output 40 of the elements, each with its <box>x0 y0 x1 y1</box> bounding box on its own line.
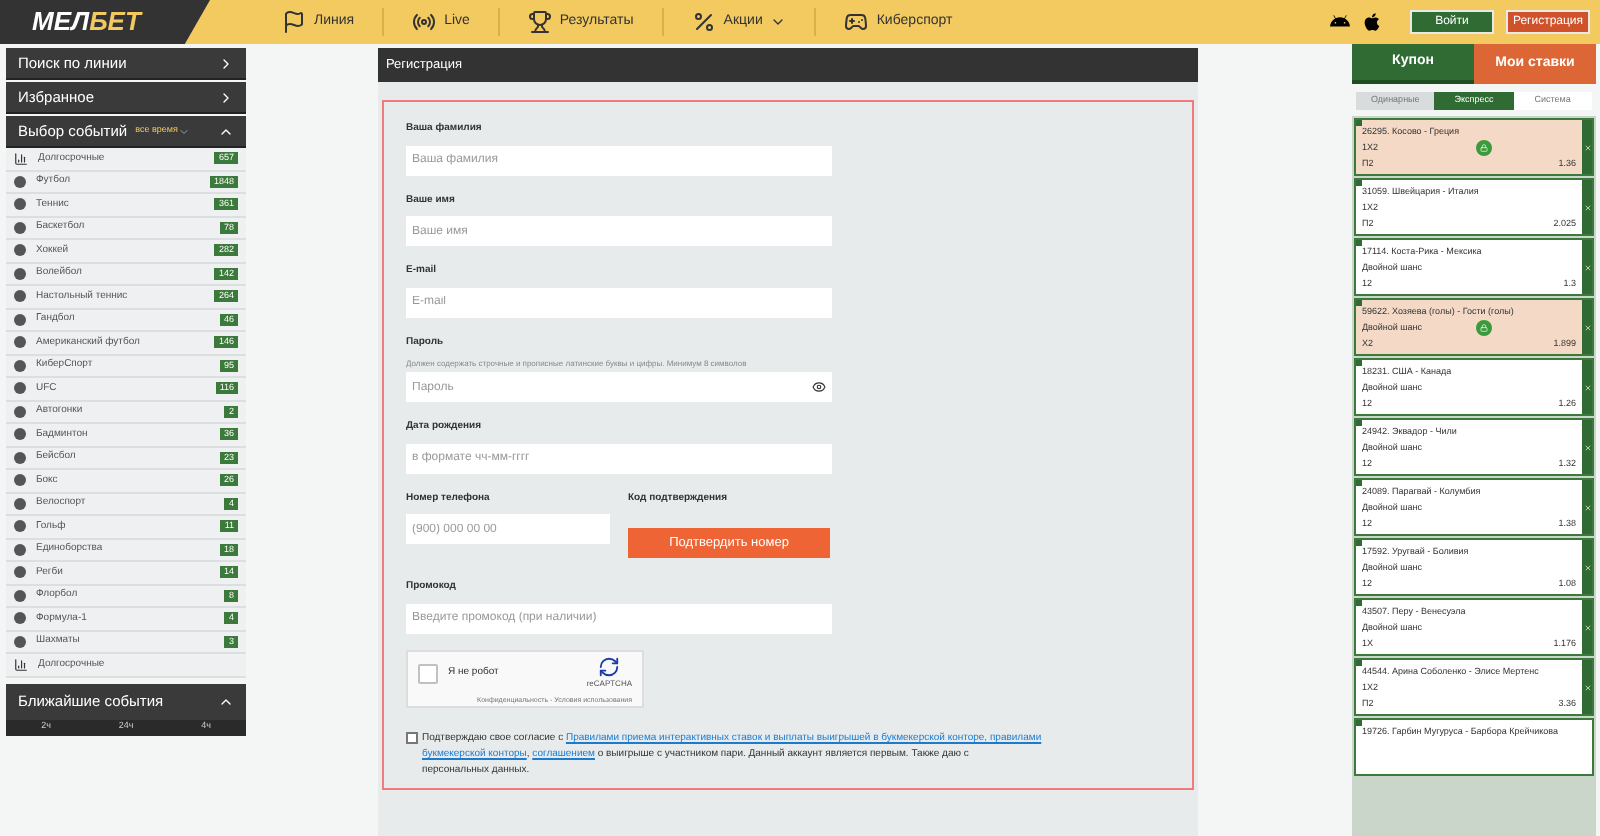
trophy-icon <box>527 10 552 34</box>
bars-icon <box>14 151 28 166</box>
corner-marker <box>1356 180 1362 186</box>
corner-marker <box>1356 480 1362 486</box>
caret-icon[interactable] <box>177 125 190 137</box>
corner-marker <box>1356 420 1362 426</box>
remove-bet-button[interactable] <box>1582 120 1592 174</box>
bars-icon <box>14 657 28 672</box>
remove-bet-button[interactable] <box>1582 480 1592 534</box>
android-icon[interactable] <box>1330 12 1350 32</box>
chevron-right-icon <box>218 55 234 71</box>
corner-marker <box>1356 540 1362 546</box>
remove-bet-button[interactable] <box>1582 180 1592 234</box>
gamepad-icon <box>844 10 869 34</box>
logo[interactable]: МЕЛБЕТ <box>0 0 210 44</box>
captcha-checkbox[interactable] <box>418 663 438 683</box>
lock-icon <box>1480 144 1488 152</box>
corner-marker <box>1356 720 1362 726</box>
remove-bet-button[interactable] <box>1582 600 1592 654</box>
corner-marker <box>1356 120 1362 126</box>
corner-marker <box>1356 360 1362 366</box>
flag-icon <box>282 10 306 34</box>
eye-icon[interactable] <box>812 380 826 394</box>
remove-bet-button[interactable] <box>1582 300 1592 354</box>
remove-bet-button[interactable] <box>1582 420 1592 474</box>
corner-marker <box>1356 240 1362 246</box>
chevron-right-icon <box>218 89 234 105</box>
percent-icon <box>691 10 716 34</box>
broadcast-icon <box>412 10 437 34</box>
apple-icon[interactable] <box>1362 12 1382 32</box>
recaptcha-icon <box>598 655 621 677</box>
lock-icon <box>1480 324 1488 332</box>
remove-bet-button[interactable] <box>1582 540 1592 594</box>
consent-checkbox[interactable] <box>406 732 418 744</box>
remove-bet-button[interactable] <box>1582 360 1592 414</box>
corner-marker <box>1356 660 1362 666</box>
corner-marker <box>1356 600 1362 606</box>
remove-bet-button[interactable] <box>1582 660 1592 714</box>
remove-bet-button[interactable] <box>1582 240 1592 294</box>
corner-marker <box>1356 300 1362 306</box>
